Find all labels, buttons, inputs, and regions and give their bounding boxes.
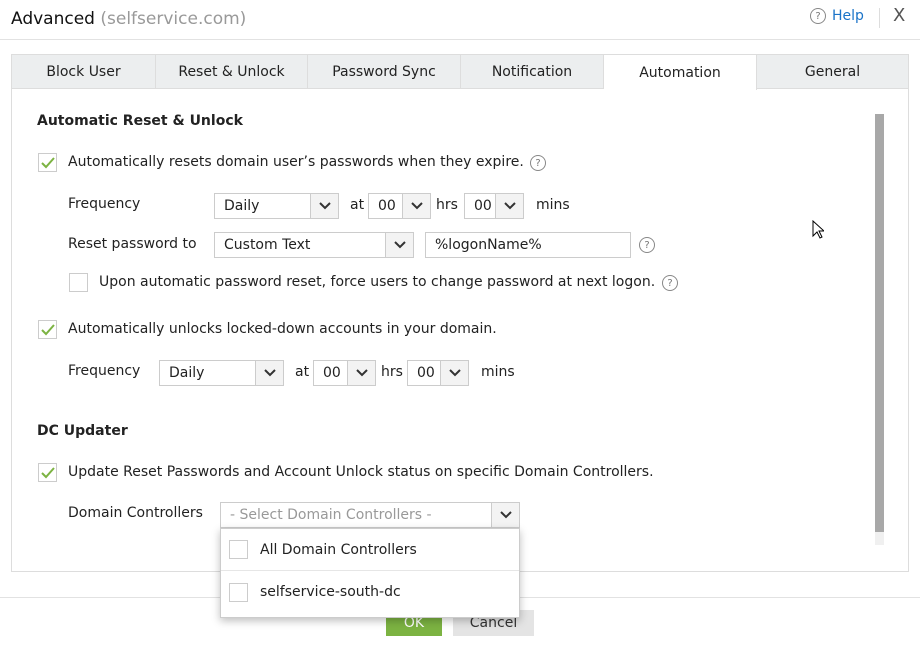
option-checkbox[interactable] [229,582,248,602]
frequency-label: Frequency [68,363,141,379]
dropdown-option[interactable]: All Domain Controllers [221,529,519,571]
reset-to-label: Reset password to [68,236,197,252]
minutes-select[interactable]: 00 [464,193,524,219]
mouse-cursor-icon [812,220,824,239]
custom-text-input[interactable]: %logonName% [425,232,631,258]
domain-controllers-select[interactable]: - Select Domain Controllers - [220,502,520,528]
domain-controllers-label: Domain Controllers [68,505,203,521]
unlock-minutes-select[interactable]: 00 [407,360,469,386]
dialog-title: Advanced (selfservice.com) [11,9,246,29]
at-label: at [350,197,365,213]
select-value: Custom Text [224,237,311,253]
tab-notification[interactable]: Notification [461,55,604,88]
close-button[interactable]: X [893,5,905,26]
chevron-down-icon [440,361,468,385]
mins-label: mins [536,197,570,213]
unlock-hours-select[interactable]: 00 [313,360,376,386]
chevron-down-icon [402,194,430,218]
select-value: Daily [224,198,260,214]
divider [0,39,920,40]
divider [879,8,880,28]
frequency-select[interactable]: Daily [214,193,339,219]
title-text: Advanced [11,9,95,29]
select-value: 00 [378,198,396,214]
chevron-down-icon [495,194,523,218]
tab-block-user[interactable]: Block User [12,55,156,88]
check-icon [40,323,55,335]
dc-update-checkbox[interactable] [38,463,57,482]
tab-general[interactable]: General [757,55,908,88]
help-icon[interactable]: ? [639,237,655,253]
reset-to-select[interactable]: Custom Text [214,232,414,258]
auto-unlock-checkbox[interactable] [38,320,57,339]
auto-unlock-label: Automatically unlocks locked-down accoun… [68,321,497,337]
tab-automation[interactable]: Automation [604,55,757,90]
domain-text: (selfservice.com) [100,9,247,29]
tab-bar: Block User Reset & Unlock Password Sync … [11,54,909,90]
help-icon[interactable]: ? [662,275,678,291]
tab-reset-unlock[interactable]: Reset & Unlock [156,55,308,88]
chevron-down-icon [255,361,283,385]
unlock-frequency-select[interactable]: Daily [159,360,284,386]
force-change-checkbox[interactable] [69,273,88,292]
scrollbar[interactable] [875,114,884,545]
option-label: All Domain Controllers [260,541,417,558]
dropdown-option[interactable]: selfservice-south-dc [221,571,519,613]
option-label: selfservice-south-dc [260,584,401,600]
tab-password-sync[interactable]: Password Sync [308,55,461,88]
at-label: at [295,364,310,380]
chevron-down-icon [385,233,413,257]
select-value: 00 [323,365,341,381]
select-value: 00 [417,365,435,381]
domain-controllers-dropdown: All Domain Controllers selfservice-south… [220,528,520,618]
check-icon [40,156,55,168]
select-value: Daily [169,365,205,381]
force-change-label: Upon automatic password reset, force use… [99,274,656,290]
section-heading: DC Updater [37,423,128,439]
chevron-down-icon [310,194,338,218]
mins-label: mins [481,364,515,380]
dc-update-label: Update Reset Passwords and Account Unloc… [68,464,654,480]
auto-reset-checkbox[interactable] [38,153,57,172]
hrs-label: hrs [381,364,403,380]
chevron-down-icon [347,361,375,385]
option-checkbox[interactable] [229,540,248,559]
hours-select[interactable]: 00 [368,193,431,219]
help-icon[interactable]: ? [530,155,546,171]
help-link[interactable]: ? Help [810,8,864,24]
select-value: 00 [474,198,492,214]
select-placeholder: - Select Domain Controllers - [230,507,432,523]
check-icon [40,466,55,478]
hrs-label: hrs [436,197,458,213]
scrollbar-thumb[interactable] [875,114,884,532]
help-label: Help [832,8,864,24]
auto-reset-label: Automatically resets domain user’s passw… [68,154,524,170]
question-icon: ? [810,8,826,24]
chevron-down-icon [491,503,519,527]
section-heading: Automatic Reset & Unlock [37,113,243,129]
frequency-label: Frequency [68,196,141,212]
